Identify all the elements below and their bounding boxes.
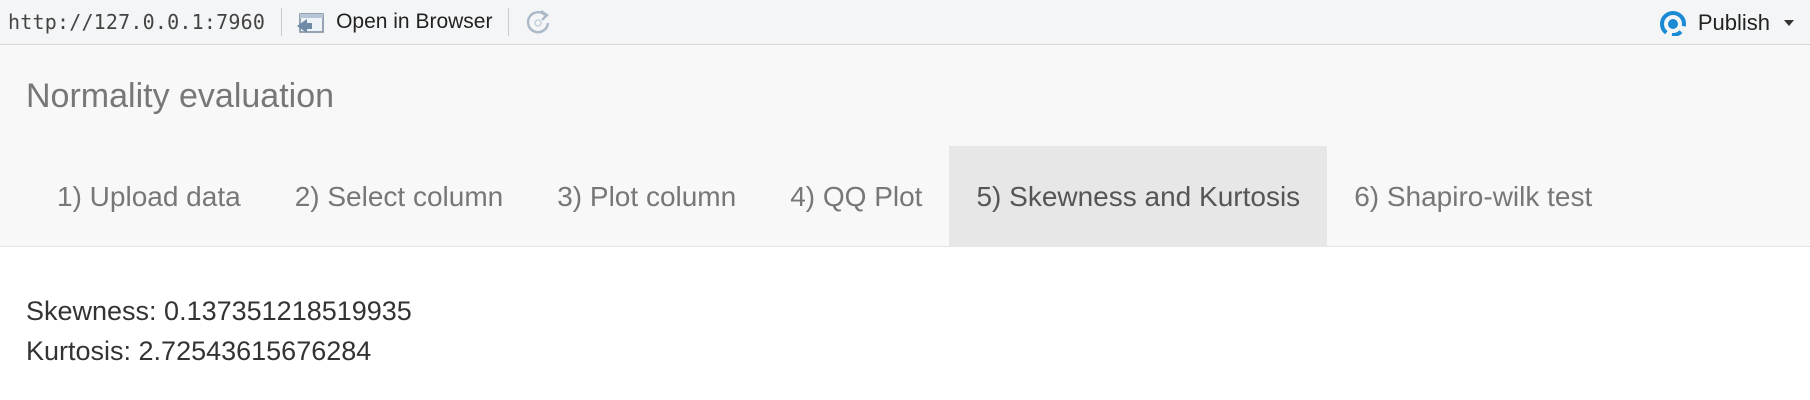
tab-qq-plot[interactable]: 4) QQ Plot — [763, 146, 949, 247]
app-navbar: Normality evaluation 1) Upload data 2) S… — [0, 45, 1810, 247]
toolbar-divider — [281, 8, 283, 36]
tab-skewness-kurtosis[interactable]: 5) Skewness and Kurtosis — [949, 146, 1328, 247]
tab-shapiro-wilk-test[interactable]: 6) Shapiro-wilk test — [1327, 146, 1619, 247]
publish-button[interactable]: Publish — [1656, 7, 1796, 39]
skewness-output: Skewness: 0.137351218519935 — [26, 296, 412, 326]
chevron-down-icon[interactable] — [1782, 18, 1796, 28]
viewer-toolbar: http://127.0.0.1:7960 Open in Browser Pu… — [0, 0, 1810, 45]
open-in-browser-button[interactable]: Open in Browser — [296, 9, 492, 35]
results-panel: Skewness: 0.137351218519935 Kurtosis: 2.… — [26, 291, 412, 371]
refresh-icon[interactable] — [523, 7, 553, 37]
publish-icon — [1659, 11, 1686, 36]
toolbar-divider-2 — [508, 8, 510, 36]
open-in-browser-label: Open in Browser — [336, 10, 493, 33]
app-title: Normality evaluation — [26, 77, 335, 115]
kurtosis-output: Kurtosis: 2.72543615676284 — [26, 336, 372, 366]
open-in-browser-icon — [297, 13, 324, 33]
publish-label: Publish — [1697, 10, 1770, 35]
url-display: http://127.0.0.1:7960 — [8, 10, 266, 34]
tab-select-column[interactable]: 2) Select column — [268, 146, 531, 247]
tab-bar: 1) Upload data 2) Select column 3) Plot … — [30, 146, 1619, 247]
tab-upload-data[interactable]: 1) Upload data — [30, 146, 268, 247]
tab-plot-column[interactable]: 3) Plot column — [530, 146, 763, 247]
